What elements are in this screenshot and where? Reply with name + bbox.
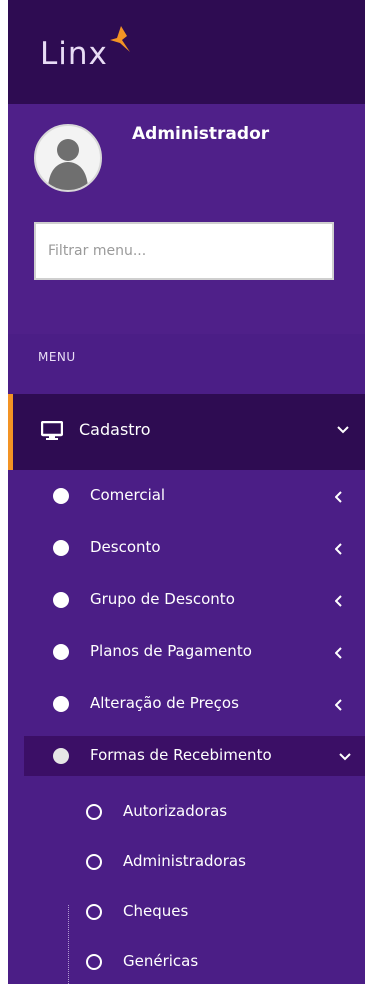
submenu-item-label: Autorizadoras <box>123 802 228 820</box>
submenu-item-cheques[interactable]: Cheques <box>8 892 365 932</box>
user-silhouette-icon <box>48 139 88 190</box>
bullet-icon <box>53 644 69 660</box>
tree-guide-line <box>68 905 69 984</box>
chevron-left-icon <box>335 595 342 607</box>
submenu-item-label: Administradoras <box>123 852 246 870</box>
bullet-icon <box>53 748 69 764</box>
user-profile: Administrador <box>8 104 365 334</box>
bullet-icon <box>53 488 69 504</box>
avatar[interactable] <box>34 124 102 192</box>
submenu-item-autorizadoras[interactable]: Autorizadoras <box>8 792 365 832</box>
menu-section-cadastro[interactable]: Cadastro <box>8 394 365 470</box>
submenu-item-genericas[interactable]: Genéricas <box>8 942 365 982</box>
circle-outline-icon <box>86 904 102 920</box>
chevron-down-icon <box>339 753 351 761</box>
menu-item-alteracao-de-precos[interactable]: Alteração de Preços <box>8 684 365 724</box>
chevron-left-icon <box>335 647 342 659</box>
bullet-icon <box>53 696 69 712</box>
brand-logo[interactable]: Linx <box>40 36 108 72</box>
monitor-icon <box>41 421 63 440</box>
chevron-left-icon <box>335 699 342 711</box>
submenu-item-administradoras[interactable]: Administradoras <box>8 842 365 882</box>
menu-item-label: Alteração de Preços <box>90 694 239 712</box>
circle-outline-icon <box>86 804 102 820</box>
app-frame: Linx Administrador MENU Cadastro <box>0 0 375 984</box>
menu-item-label: Grupo de Desconto <box>90 590 235 608</box>
chevron-down-icon <box>337 426 349 434</box>
submenu-item-label: Cheques <box>123 902 189 920</box>
menu-section-label: Cadastro <box>79 420 151 439</box>
menu-item-label: Desconto <box>90 538 161 556</box>
menu-item-label: Planos de Pagamento <box>90 642 252 660</box>
submenu-item-label: Genéricas <box>123 952 199 970</box>
sidebar: Linx Administrador MENU Cadastro <box>8 0 365 984</box>
menu-item-planos-de-pagamento[interactable]: Planos de Pagamento <box>8 632 365 672</box>
chevron-left-icon <box>335 491 342 503</box>
menu-item-label: Comercial <box>90 486 166 504</box>
menu-item-desconto[interactable]: Desconto <box>8 528 365 568</box>
top-bar: Linx <box>8 0 365 104</box>
bullet-icon <box>53 540 69 556</box>
circle-outline-icon <box>86 954 102 970</box>
logo-mark-icon <box>110 26 130 52</box>
menu-item-comercial[interactable]: Comercial <box>8 476 365 516</box>
user-name: Administrador <box>132 124 270 144</box>
menu-header: MENU <box>38 350 76 364</box>
menu-item-label: Formas de Recebimento <box>90 746 272 764</box>
filter-menu-input[interactable] <box>34 222 334 280</box>
bullet-icon <box>53 592 69 608</box>
menu-item-grupo-de-desconto[interactable]: Grupo de Desconto <box>8 580 365 620</box>
menu-item-formas-de-recebimento[interactable]: Formas de Recebimento <box>24 736 365 776</box>
chevron-left-icon <box>335 543 342 555</box>
circle-outline-icon <box>86 854 102 870</box>
